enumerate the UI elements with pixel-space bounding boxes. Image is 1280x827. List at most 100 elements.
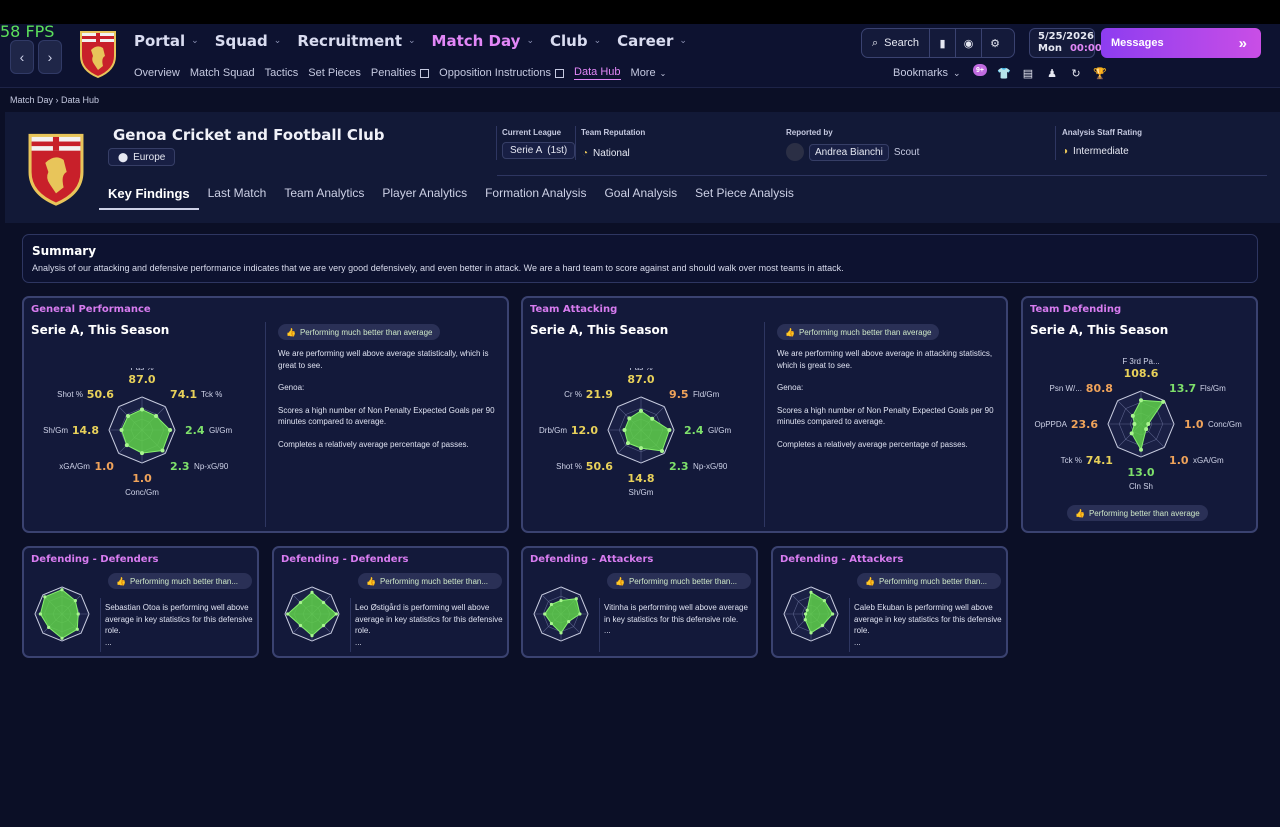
radar-point	[168, 428, 173, 432]
subnav-tactics[interactable]: Tactics	[265, 66, 299, 80]
card-defending-attackers-2[interactable]: Defending - Attackers 👍 Performing much b…	[771, 546, 1008, 658]
radar-axis-label: Drb/Gm	[539, 426, 567, 435]
notes-button[interactable]: ▤	[1021, 66, 1035, 80]
nav-match-day[interactable]: Match Day ⌄	[432, 32, 534, 50]
radar-point	[298, 623, 303, 628]
nav-recruitment[interactable]: Recruitment ⌄	[297, 32, 415, 50]
subnav-opposition-instructions[interactable]: Opposition Instructions	[439, 66, 565, 80]
subnav-match-squad[interactable]: Match Squad	[190, 66, 255, 80]
tab-player-analytics[interactable]: Player Analytics	[373, 186, 476, 210]
card-defending-defenders-1[interactable]: Defending - Defenders 👍 Performing much b…	[22, 546, 259, 658]
card-team-defending[interactable]: Team Defending Serie A, This Season F 3r…	[1021, 296, 1258, 533]
settings-button[interactable]: ⚙	[982, 29, 1008, 57]
radar-value-label: 74.1	[170, 388, 197, 401]
messages-button[interactable]: Messages »	[1101, 28, 1261, 58]
radar-point	[140, 407, 144, 412]
chevron-down-icon: ⌄	[407, 36, 416, 46]
clipboard-icon: ▤	[1022, 67, 1034, 80]
globe-button[interactable]: ◉	[956, 29, 983, 57]
reporter[interactable]: Andrea Bianchi Scout	[786, 143, 919, 161]
performance-pill: 👍 Performing much better than...	[358, 573, 502, 589]
radar-point	[567, 620, 571, 624]
avatar	[786, 143, 804, 161]
nav-squad[interactable]: Squad ⌄	[215, 32, 282, 50]
tab-goal-analysis[interactable]: Goal Analysis	[595, 186, 686, 210]
thumbs-up-icon: 👍	[366, 576, 376, 586]
radar-value-label: 2.4	[684, 424, 704, 437]
nav-portal[interactable]: Portal ⌄	[134, 32, 199, 50]
thumbs-up-icon: 👍	[116, 576, 126, 586]
nav-career[interactable]: Career ⌄	[617, 32, 687, 50]
bookmark-button[interactable]: ▮	[930, 29, 957, 57]
shirt-icon: 👕	[997, 67, 1011, 80]
radar-point	[1132, 422, 1137, 426]
radar-value-label: 87.0	[627, 373, 654, 386]
tab-set-piece-analysis[interactable]: Set Piece Analysis	[686, 186, 803, 210]
radar-point	[140, 451, 144, 456]
performance-pill: 👍 Performing much better than...	[108, 573, 252, 589]
radar-point	[627, 416, 632, 421]
radar-point	[660, 449, 665, 454]
date-continue-box[interactable]: 5/25/2026 Mon 00:00	[1029, 28, 1102, 58]
sub-nav: Overview Match Squad Tactics Set Pieces …	[134, 66, 676, 80]
header-divider	[575, 126, 576, 160]
back-button[interactable]: ‹	[10, 40, 34, 74]
rating-label: Analysis Staff Rating	[1062, 128, 1143, 137]
location-pin-icon: ⬤	[118, 151, 129, 162]
radar-axis-label: Cln Sh	[1129, 482, 1153, 491]
radar-value-label: 2.3	[669, 460, 689, 473]
card-divider	[350, 598, 351, 652]
trophy-button[interactable]: 🏆	[1093, 66, 1107, 80]
breadcrumb-parent[interactable]: Match Day	[10, 95, 53, 105]
radar-point	[124, 443, 129, 448]
radar-axis-label: Cr %	[564, 390, 582, 399]
subnav-penalties[interactable]: Penalties	[371, 66, 430, 80]
card-general-performance[interactable]: General Performance Serie A, This Season…	[22, 296, 509, 533]
league-value-pill[interactable]: Serie A (1st)	[502, 142, 576, 159]
radar-point	[650, 416, 655, 421]
tab-formation-analysis[interactable]: Formation Analysis	[476, 186, 595, 210]
search-button[interactable]: ⌕ Search	[862, 29, 931, 57]
staff-button[interactable]: ♟	[1045, 66, 1059, 80]
radar-point	[831, 612, 835, 616]
radar-point	[160, 448, 165, 453]
bookmarks-dropdown[interactable]: Bookmarks ⌄	[893, 67, 961, 79]
radar-point	[38, 612, 42, 616]
chevron-left-icon: ‹	[19, 49, 25, 65]
header-divider	[496, 126, 497, 160]
chevron-down-icon: ⌄	[526, 36, 534, 46]
transfer-button[interactable]: ↻	[1069, 66, 1083, 80]
radar-point	[1130, 413, 1135, 418]
subnav-set-pieces[interactable]: Set Pieces	[308, 66, 361, 80]
tab-team-analytics[interactable]: Team Analytics	[275, 186, 373, 210]
nav-club[interactable]: Club ⌄	[550, 32, 601, 50]
radar-point	[1139, 398, 1143, 403]
subnav-overview[interactable]: Overview	[134, 66, 180, 80]
card-text: We are performing well above average in …	[777, 349, 994, 449]
tab-last-match[interactable]: Last Match	[199, 186, 276, 210]
shirt-button[interactable]: 👕	[997, 66, 1011, 80]
performance-pill: 👍 Performing much better than average	[777, 324, 940, 340]
radar-value-label: 12.0	[571, 424, 598, 437]
subnav-more[interactable]: More ⌄	[631, 66, 667, 80]
card-defending-attackers-1[interactable]: Defending - Attackers 👍 Performing much b…	[521, 546, 758, 658]
card-subtitle: Serie A, This Season	[31, 323, 170, 337]
card-team-attacking[interactable]: Team Attacking Serie A, This Season Pas …	[521, 296, 1008, 533]
radar-axis-label: Np-xG/90	[693, 462, 728, 471]
club-crest-icon[interactable]	[79, 30, 117, 78]
radar-point	[667, 428, 672, 432]
radar-point	[549, 602, 554, 607]
tab-key-findings[interactable]: Key Findings	[99, 186, 199, 210]
radar-value-label: 23.6	[1071, 418, 1098, 431]
thumbs-up-icon: 👍	[785, 327, 795, 337]
radar-point	[75, 627, 79, 631]
radar-point	[578, 612, 582, 616]
radar-axis-label: Pas %	[629, 368, 652, 372]
card-text: Sebastian Otoa is performing well above …	[105, 603, 253, 647]
forward-button[interactable]: ›	[38, 40, 62, 74]
chevron-down-icon: ⌄	[953, 67, 961, 78]
radar-axis-label: F 3rd Pa...	[1122, 357, 1159, 366]
external-link-icon	[420, 68, 430, 78]
card-defending-defenders-2[interactable]: Defending - Defenders 👍 Performing much b…	[272, 546, 509, 658]
subnav-data-hub[interactable]: Data Hub	[574, 66, 621, 80]
